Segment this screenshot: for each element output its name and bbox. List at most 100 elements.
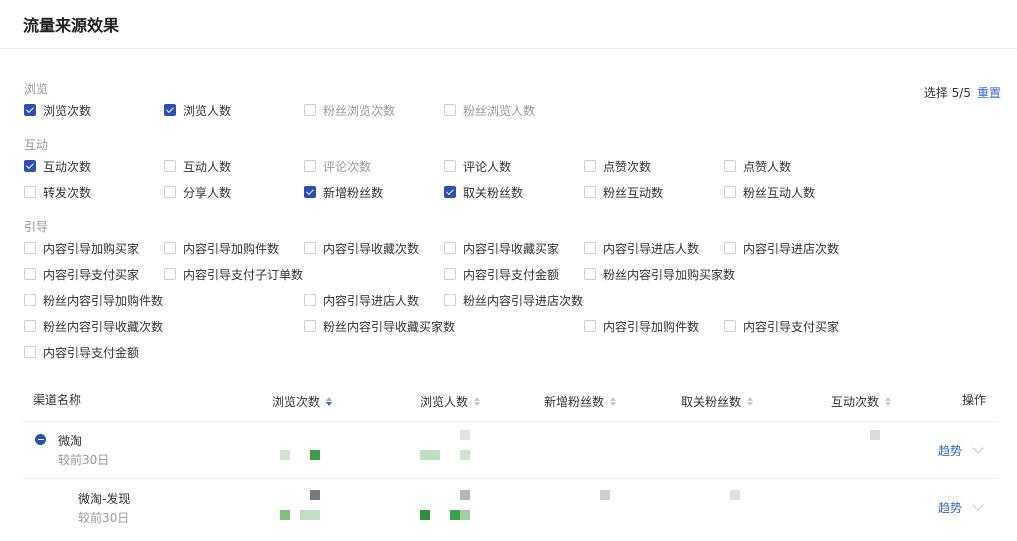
checkbox-like-users[interactable]: 点赞人数: [724, 158, 791, 174]
checkbox-fan-browse-users[interactable]: 粉丝浏览人数: [444, 102, 535, 118]
checkbox-share-users[interactable]: 分享人数: [164, 184, 231, 200]
column-header-new-fans[interactable]: 新增粉丝数: [544, 393, 617, 410]
checkbox-comment-count[interactable]: 评论次数: [304, 158, 371, 174]
checkbox-label: 内容引导支付买家: [43, 267, 140, 282]
checkbox-box[interactable]: [164, 268, 176, 280]
chevron-down-icon[interactable]: [972, 499, 984, 511]
checkbox-label: 粉丝内容引导收藏次数: [43, 319, 164, 334]
checkbox-guide-item[interactable]: 粉丝内容引导加购件数: [24, 292, 163, 308]
checkbox-box[interactable]: [584, 242, 596, 254]
checkbox-box[interactable]: [164, 104, 176, 116]
checkbox-box[interactable]: [164, 242, 176, 254]
checkbox-box[interactable]: [24, 294, 36, 306]
checkbox-interact-count[interactable]: 互动次数: [24, 158, 91, 174]
checkbox-guide-item[interactable]: 内容引导加购件数: [584, 318, 699, 334]
checkbox-box[interactable]: [724, 242, 736, 254]
blurred-value: [600, 490, 610, 500]
blurred-value: [310, 490, 320, 500]
checkbox-box[interactable]: [444, 186, 456, 198]
checkbox-new-fans[interactable]: 新增粉丝数: [304, 184, 383, 200]
checkbox-label: 评论人数: [463, 159, 512, 174]
checkbox-guide-item[interactable]: 内容引导支付金额: [444, 266, 559, 282]
checkbox-guide-item[interactable]: 内容引导收藏次数: [304, 240, 419, 256]
checkbox-box[interactable]: [724, 320, 736, 332]
checkbox-box[interactable]: [304, 242, 316, 254]
title-divider: [0, 48, 1017, 49]
column-header-browse-users[interactable]: 浏览人数: [420, 393, 481, 410]
sort-icon[interactable]: [747, 397, 754, 406]
checkbox-box[interactable]: [444, 268, 456, 280]
checkbox-browse-users[interactable]: 浏览人数: [164, 102, 231, 118]
checkbox-box[interactable]: [24, 160, 36, 172]
sort-icon[interactable]: [474, 397, 481, 406]
checkbox-box[interactable]: [584, 320, 596, 332]
checkbox-box[interactable]: [584, 268, 596, 280]
checkbox-box[interactable]: [444, 104, 456, 116]
checkbox-guide-item[interactable]: 内容引导进店人数: [584, 240, 699, 256]
checkbox-guide-item[interactable]: 内容引导进店人数: [304, 292, 419, 308]
checkbox-guide-item[interactable]: 内容引导加购买家: [24, 240, 139, 256]
checkbox-box[interactable]: [24, 242, 36, 254]
checkbox-box[interactable]: [444, 160, 456, 172]
collapse-icon[interactable]: [35, 434, 46, 445]
checkbox-fan-interact-users[interactable]: 粉丝互动人数: [724, 184, 815, 200]
checkbox-guide-item[interactable]: 内容引导支付金额: [24, 344, 139, 360]
checkbox-box[interactable]: [724, 160, 736, 172]
checkbox-box[interactable]: [24, 320, 36, 332]
checkbox-box[interactable]: [584, 160, 596, 172]
checkbox-box[interactable]: [304, 160, 316, 172]
checkbox-guide-item[interactable]: 粉丝内容引导收藏次数: [24, 318, 163, 334]
checkbox-interact-users[interactable]: 互动人数: [164, 158, 231, 174]
column-label: 互动次数: [831, 395, 880, 409]
checkbox-box[interactable]: [304, 294, 316, 306]
checkbox-guide-item[interactable]: 内容引导加购件数: [164, 240, 279, 256]
sort-icon[interactable]: [326, 397, 333, 406]
checkbox-fan-browse-count[interactable]: 粉丝浏览次数: [304, 102, 395, 118]
checkbox-label: 粉丝内容引导进店次数: [463, 293, 584, 308]
checkbox-unfollow-fans[interactable]: 取关粉丝数: [444, 184, 523, 200]
checkbox-box[interactable]: [304, 320, 316, 332]
checkbox-guide-item[interactable]: 内容引导支付子订单数: [164, 266, 303, 282]
sort-icon[interactable]: [885, 397, 892, 406]
checkbox-box[interactable]: [24, 186, 36, 198]
checkbox-guide-item[interactable]: 内容引导进店次数: [724, 240, 839, 256]
checkbox-browse-count[interactable]: 浏览次数: [24, 102, 91, 118]
blurred-value: [310, 450, 320, 460]
checkbox-label: 分享人数: [183, 185, 232, 200]
blurred-value: [280, 450, 290, 460]
trend-link[interactable]: 趋势: [938, 499, 962, 516]
sort-icon[interactable]: [610, 397, 617, 406]
trend-link[interactable]: 趋势: [938, 442, 962, 459]
checkbox-box[interactable]: [304, 186, 316, 198]
column-label: 浏览人数: [420, 395, 469, 409]
checkbox-like-count[interactable]: 点赞次数: [584, 158, 651, 174]
checkbox-box[interactable]: [24, 104, 36, 116]
blurred-value: [460, 450, 470, 460]
checkbox-comment-users[interactable]: 评论人数: [444, 158, 511, 174]
blurred-value: [460, 510, 470, 520]
checkbox-guide-item[interactable]: 粉丝内容引导进店次数: [444, 292, 583, 308]
checkbox-box[interactable]: [304, 104, 316, 116]
checkbox-guide-item[interactable]: 粉丝内容引导加购买家数: [584, 266, 735, 282]
checkbox-box[interactable]: [724, 186, 736, 198]
checkbox-box[interactable]: [444, 242, 456, 254]
checkbox-fan-interact-count[interactable]: 粉丝互动数: [584, 184, 663, 200]
checkbox-guide-item[interactable]: 内容引导支付买家: [24, 266, 139, 282]
checkbox-box[interactable]: [164, 160, 176, 172]
checkbox-box[interactable]: [584, 186, 596, 198]
checkbox-guide-item[interactable]: 内容引导支付买家: [724, 318, 839, 334]
column-header-browse-count[interactable]: 浏览次数: [272, 393, 333, 410]
checkbox-box[interactable]: [24, 346, 36, 358]
checkbox-box[interactable]: [24, 268, 36, 280]
chevron-down-icon[interactable]: [972, 442, 984, 454]
column-header-interact[interactable]: 互动次数: [831, 393, 892, 410]
checkbox-guide-item[interactable]: 内容引导收藏买家: [444, 240, 559, 256]
blurred-value: [870, 430, 880, 440]
column-header-unfollow[interactable]: 取关粉丝数: [681, 393, 754, 410]
checkbox-box[interactable]: [444, 294, 456, 306]
reset-link[interactable]: 重置: [977, 84, 1001, 101]
checkbox-forward-count[interactable]: 转发次数: [24, 184, 91, 200]
blurred-value: [460, 490, 470, 500]
checkbox-box[interactable]: [164, 186, 176, 198]
checkbox-guide-item[interactable]: 粉丝内容引导收藏买家数: [304, 318, 455, 334]
